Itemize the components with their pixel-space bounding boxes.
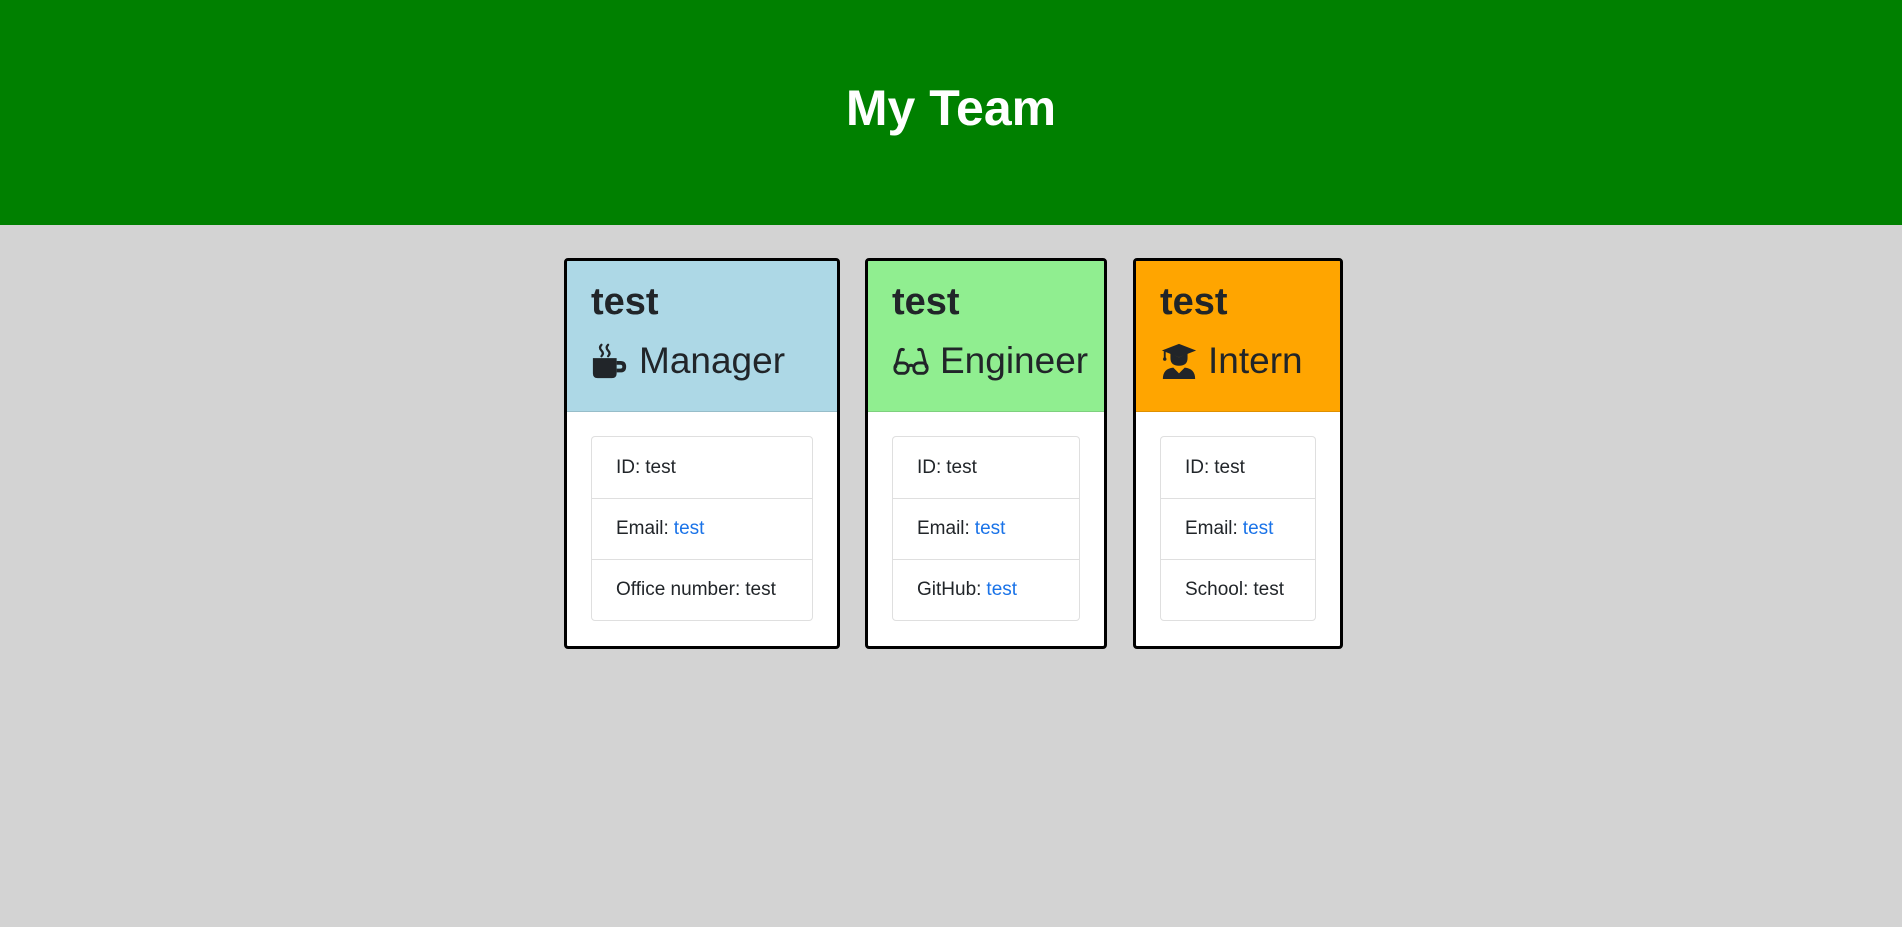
card-header: test Engineer (868, 261, 1104, 412)
office-number-label: Office number: (616, 579, 741, 600)
engineer-card: test Engineer ID: test Email: test GitHu… (865, 258, 1107, 649)
employee-name: test (591, 281, 659, 323)
github-label: GitHub: (917, 579, 982, 600)
role-label: Intern (1208, 340, 1303, 381)
card-header: test Intern (1136, 261, 1340, 412)
email-link[interactable]: test (1243, 518, 1274, 540)
email-row: Email: test (1161, 498, 1315, 559)
id-row: ID: test (592, 437, 812, 498)
info-list: ID: test Email: test GitHub: test (892, 436, 1080, 621)
github-link[interactable]: test (986, 579, 1017, 601)
page-header: My Team (0, 0, 1902, 225)
email-link[interactable]: test (975, 518, 1006, 540)
email-link[interactable]: test (674, 518, 705, 540)
role-label: Engineer (940, 340, 1089, 381)
email-label: Email: (917, 518, 970, 539)
graduate-icon (1160, 342, 1198, 380)
id-value: test (1214, 456, 1245, 478)
manager-card: test Manager ID: test Email: test Office… (564, 258, 840, 649)
id-label: ID: (616, 456, 641, 478)
mug-icon (591, 342, 629, 380)
id-label: ID: (1185, 456, 1210, 478)
role-label: Manager (639, 340, 786, 381)
card-body: ID: test Email: test Office number: test (567, 412, 837, 621)
school-label: School: (1185, 579, 1249, 600)
employee-name: test (892, 281, 960, 323)
office-number-value: test (745, 579, 776, 600)
card-header: test Manager (567, 261, 837, 412)
info-list: ID: test Email: test School: test (1160, 436, 1316, 621)
intern-card: test Intern ID: test Email: test School:… (1133, 258, 1343, 649)
github-row: GitHub: test (893, 559, 1079, 620)
id-value: test (946, 456, 977, 478)
employee-role: Manager (591, 339, 837, 383)
card-body: ID: test Email: test GitHub: test (868, 412, 1104, 621)
glasses-icon (892, 342, 930, 380)
id-row: ID: test (1161, 437, 1315, 498)
email-row: Email: test (893, 498, 1079, 559)
email-row: Email: test (592, 498, 812, 559)
card-body: ID: test Email: test School: test (1136, 412, 1340, 621)
email-label: Email: (616, 518, 669, 539)
office-number-row: Office number: test (592, 559, 812, 620)
email-label: Email: (1185, 518, 1238, 539)
employee-role: Engineer (892, 339, 1104, 383)
page-title: My Team (845, 79, 1057, 136)
info-list: ID: test Email: test Office number: test (591, 436, 813, 621)
employee-name: test (1160, 281, 1228, 323)
employee-role: Intern (1160, 339, 1340, 383)
id-row: ID: test (893, 437, 1079, 498)
school-row: School: test (1161, 559, 1315, 620)
team-cards: test Manager ID: test Email: test Office… (0, 225, 1902, 927)
school-value: test (1253, 579, 1284, 600)
id-value: test (645, 456, 676, 478)
id-label: ID: (917, 456, 942, 478)
